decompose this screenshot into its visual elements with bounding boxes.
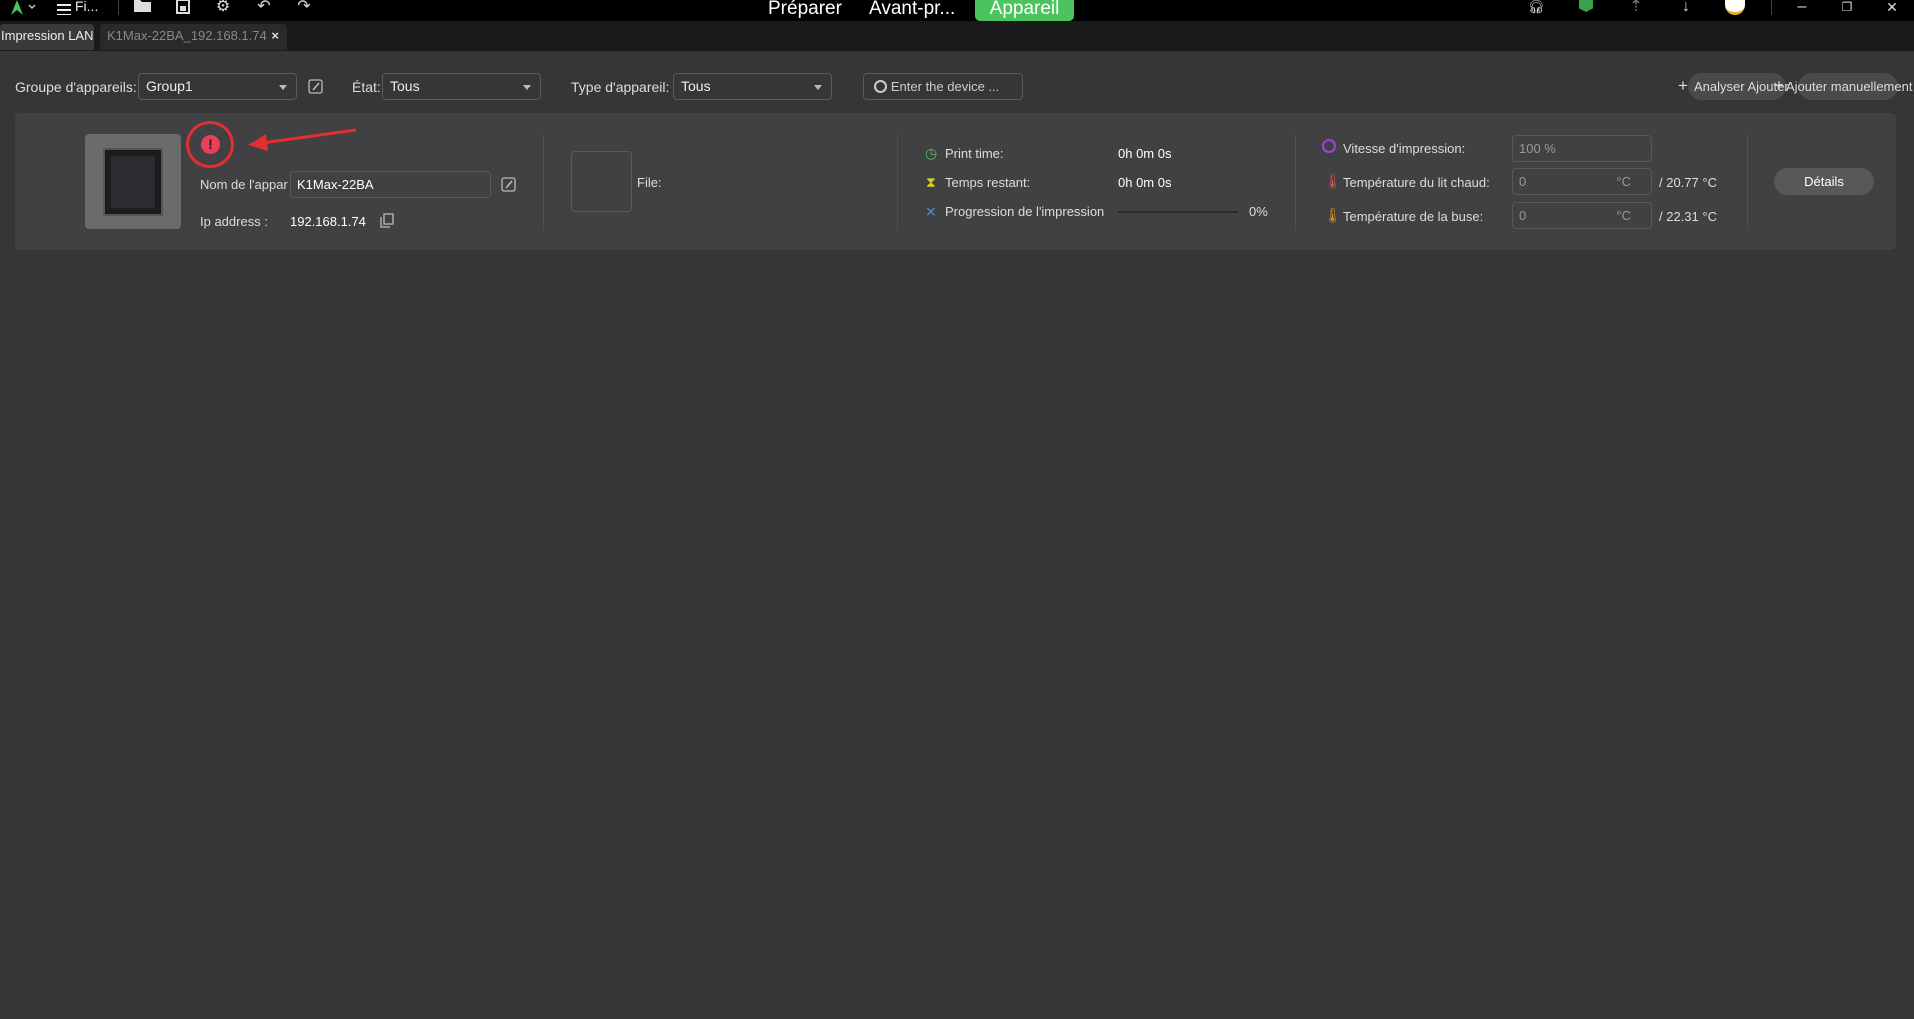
download-icon[interactable]: ↓ xyxy=(1675,0,1697,16)
progress-icon: ⨯ xyxy=(925,203,937,219)
progress-bar xyxy=(1118,211,1238,213)
tab-preparer[interactable]: Préparer xyxy=(768,0,842,21)
divider xyxy=(1771,0,1772,15)
nozzle-temp-current: / 22.31 °C xyxy=(1659,209,1717,224)
plus-icon: + xyxy=(1678,76,1688,95)
speed-label: Vitesse d'impression: xyxy=(1343,141,1466,156)
remaining-label: Temps restant: xyxy=(945,175,1031,190)
printer-image xyxy=(85,134,181,229)
headset-icon[interactable]: 🎧︎ xyxy=(1525,0,1547,16)
nozzle-temp-input-value: 0 xyxy=(1519,208,1527,223)
tab-device-detail[interactable]: K1Max-22BA_192.168.1.74 × xyxy=(100,24,287,50)
tab-device[interactable]: Appareil xyxy=(975,0,1074,21)
tab-label: K1Max-22BA_192.168.1.74 xyxy=(107,28,267,43)
ip-label: Ip address : xyxy=(200,214,268,229)
divider xyxy=(543,134,544,230)
device-name-label: Nom de l'appar xyxy=(200,177,288,192)
bed-temp-input[interactable]: 0 °C xyxy=(1512,168,1652,195)
avatar-icon[interactable] xyxy=(1725,0,1745,15)
plus-icon: + xyxy=(1774,76,1784,95)
undo-icon[interactable]: ↶ xyxy=(253,0,275,16)
print-time-value: 0h 0m 0s xyxy=(1118,146,1172,161)
speed-icon xyxy=(1322,139,1336,153)
close-tab-icon[interactable]: × xyxy=(271,24,279,48)
type-label: Type d'appareil: xyxy=(571,79,670,95)
print-time-label: Print time: xyxy=(945,146,1004,161)
open-folder-icon[interactable] xyxy=(132,0,154,16)
minimize-icon[interactable]: – xyxy=(1791,0,1813,16)
ip-value: 192.168.1.74 xyxy=(290,214,366,229)
search-placeholder: Enter the device ... xyxy=(890,79,1000,94)
state-value: Tous xyxy=(390,78,420,94)
type-value: Tous xyxy=(681,78,711,94)
annotation-circle xyxy=(186,121,234,168)
details-button[interactable]: Détails xyxy=(1774,168,1874,195)
divider xyxy=(1747,134,1748,230)
bed-thermometer-icon: 🌡︎ xyxy=(1324,173,1342,189)
title-bar: Fi... ⚙ ↶ ↷ Préparer Avant-pr... Apparei… xyxy=(0,0,1914,21)
nozzle-temp-label: Température de la buse: xyxy=(1343,209,1484,224)
group-select[interactable]: Group1 xyxy=(138,73,297,100)
unit: °C xyxy=(1616,174,1631,189)
tab-preview[interactable]: Avant-pr... xyxy=(869,0,955,21)
divider xyxy=(897,134,898,230)
edit-name-icon[interactable] xyxy=(501,177,516,192)
search-input[interactable]: Enter the device ... xyxy=(863,73,1023,100)
type-select[interactable]: Tous xyxy=(673,73,832,100)
tab-bar xyxy=(0,21,1914,51)
remaining-value: 0h 0m 0s xyxy=(1118,175,1172,190)
nozzle-temp-input[interactable]: 0 °C xyxy=(1512,202,1652,229)
copy-icon[interactable] xyxy=(380,213,394,228)
cube-icon[interactable] xyxy=(1579,0,1593,12)
menu-icon[interactable] xyxy=(57,1,73,16)
state-select[interactable]: Tous xyxy=(382,73,541,100)
gear-icon[interactable]: ⚙ xyxy=(212,0,234,16)
clock-icon: ◷ xyxy=(925,145,938,161)
hourglass-icon: ⧗ xyxy=(926,174,936,190)
divider xyxy=(1295,134,1296,230)
file-thumbnail xyxy=(571,151,632,212)
logo-icon[interactable] xyxy=(8,0,38,16)
file-menu[interactable]: Fi... xyxy=(75,0,98,13)
nozzle-thermometer-icon: 🌡︎ xyxy=(1324,207,1342,223)
restore-icon[interactable]: ❐ xyxy=(1836,0,1858,16)
group-label: Groupe d'appareils: xyxy=(15,79,137,95)
search-icon xyxy=(874,80,887,93)
file-label: File: xyxy=(637,175,662,190)
tab-lan-printing[interactable]: Impression LAN xyxy=(0,24,94,50)
speed-input[interactable]: 100 % xyxy=(1512,135,1652,162)
unit: °C xyxy=(1616,208,1631,223)
add-manual-button[interactable]: Ajouter manuellement xyxy=(1786,79,1912,94)
bed-temp-input-value: 0 xyxy=(1519,174,1527,189)
progress-label: Progression de l'impression xyxy=(945,204,1105,219)
device-name-input[interactable]: K1Max-22BA xyxy=(290,171,491,198)
state-label: État: xyxy=(352,79,381,95)
cloud-upload-icon[interactable]: ⇡ xyxy=(1625,0,1647,16)
close-icon[interactable]: ✕ xyxy=(1881,0,1903,16)
save-icon[interactable] xyxy=(172,0,194,16)
device-name-value: K1Max-22BA xyxy=(297,177,374,192)
progress-value: 0% xyxy=(1249,204,1268,219)
speed-value: 100 % xyxy=(1519,141,1556,156)
bed-temp-current: / 20.77 °C xyxy=(1659,175,1717,190)
redo-icon[interactable]: ↷ xyxy=(293,0,315,16)
annotation-arrow xyxy=(248,128,357,151)
bed-temp-label: Température du lit chaud: xyxy=(1343,175,1490,190)
edit-group-icon[interactable] xyxy=(308,79,323,94)
divider xyxy=(118,0,119,15)
group-value: Group1 xyxy=(146,78,193,94)
